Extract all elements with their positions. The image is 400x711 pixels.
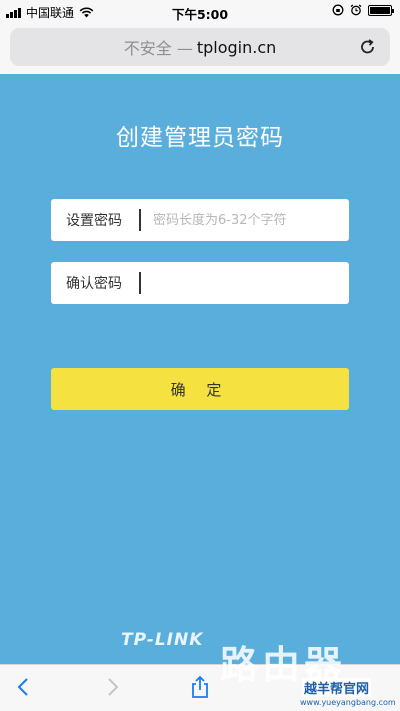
status-bar: 中国联通 下午5:00	[0, 0, 400, 22]
back-arrow-icon[interactable]	[12, 675, 36, 699]
confirm-password-field[interactable]: 确认密码	[51, 262, 349, 304]
address-bar[interactable]: 不安全 — tplogin.cn	[10, 28, 390, 66]
page-title: 创建管理员密码	[116, 125, 284, 151]
confirm-button[interactable]: 确 定	[51, 368, 349, 410]
set-password-input[interactable]	[153, 212, 349, 228]
tp-link-logo: TP-LINK	[121, 630, 204, 650]
share-icon[interactable]	[188, 675, 212, 699]
alarm-clock-icon	[350, 4, 362, 16]
confirm-password-label: 确认密码	[66, 276, 122, 292]
browser-top-bar: 不安全 — tplogin.cn	[0, 22, 400, 74]
security-warning: 不安全 —	[123, 39, 193, 58]
status-right	[332, 4, 394, 16]
set-password-label: 设置密码	[66, 213, 122, 229]
forward-arrow-icon[interactable]	[100, 675, 124, 699]
text-cursor	[139, 209, 141, 231]
reload-icon[interactable]	[358, 37, 378, 57]
set-password-field[interactable]: 设置密码	[51, 199, 349, 241]
url-host: tplogin.cn	[196, 37, 277, 57]
battery-icon	[368, 4, 394, 16]
confirm-password-input[interactable]	[153, 275, 349, 291]
text-cursor	[139, 272, 141, 294]
orientation-lock-icon	[332, 4, 344, 16]
browser-toolbar	[0, 664, 400, 711]
router-setup-page: 创建管理员密码 设置密码 确认密码 确 定 TP-LINK	[0, 74, 400, 664]
